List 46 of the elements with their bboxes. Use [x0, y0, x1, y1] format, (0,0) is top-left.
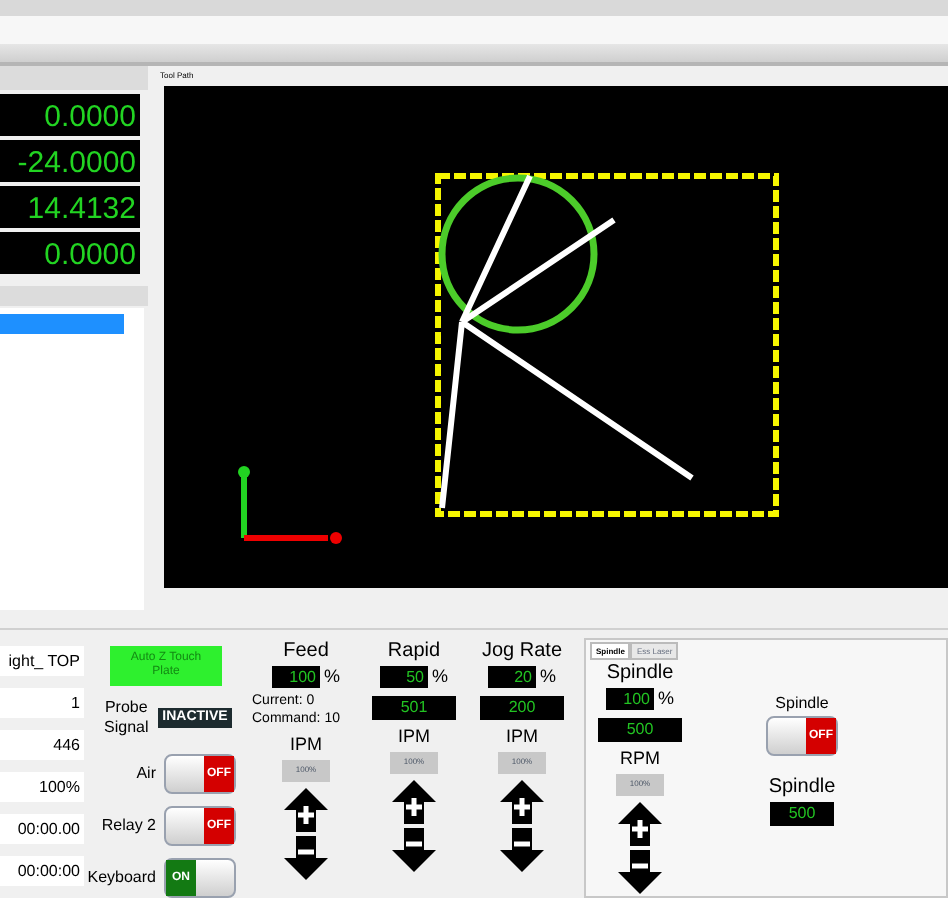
rate-field[interactable]: 200: [480, 695, 564, 719]
arrow-down-minus-icon[interactable]: [500, 827, 544, 871]
rate-field[interactable]: 501: [372, 695, 456, 719]
arrow-down-minus-icon[interactable]: [392, 827, 436, 871]
status-field: 100%: [0, 772, 84, 802]
percent-unit: %: [657, 686, 674, 712]
percent-unit: %: [539, 664, 556, 690]
rate-unit: IPM: [397, 725, 430, 747]
arrow-up-plus-icon[interactable]: [500, 779, 544, 823]
arrow-up-plus-icon[interactable]: [392, 779, 436, 823]
arrow-down-minus-icon[interactable]: [284, 835, 328, 879]
arrow-down-minus-icon[interactable]: [618, 849, 662, 893]
toggle-label: Air: [136, 762, 156, 786]
arrow-up-plus-icon[interactable]: [618, 801, 662, 845]
spindle-speed-field[interactable]: 500: [770, 802, 834, 826]
file-list[interactable]: [0, 308, 144, 610]
status-field: ight_ TOP: [0, 646, 84, 676]
percent-field[interactable]: 50: [379, 666, 428, 689]
status-field: 1: [0, 688, 84, 718]
toggle-label: Relay 2: [101, 814, 156, 838]
percent-field[interactable]: 100: [605, 688, 654, 711]
toggle-label: Keyboard: [87, 866, 156, 890]
override-title: Rapid: [387, 638, 441, 664]
rate-field[interactable]: 500: [598, 717, 682, 741]
spindle-toggle-label: Spindle: [775, 692, 829, 716]
percent-unit: %: [323, 664, 340, 690]
override-title: Spindle: [606, 660, 674, 686]
position-readout: 0.0000: [0, 232, 140, 274]
position-readout: -24.0000: [0, 140, 140, 182]
axis-gizmo-icon: [238, 466, 342, 544]
rate-unit: IPM: [505, 725, 538, 747]
spindle-speed-label: Spindle: [768, 774, 836, 802]
probe-label: Probe Signal: [102, 698, 151, 738]
status-field: 00:00:00: [0, 856, 84, 886]
arrow-up-plus-icon[interactable]: [284, 787, 328, 831]
status-field: 446: [0, 730, 84, 760]
override-title: Jog Rate: [481, 638, 563, 664]
override-title: Feed: [283, 638, 329, 664]
status-field: 00:00.00: [0, 814, 84, 844]
position-readout: 0.0000: [0, 94, 140, 136]
percent-field[interactable]: 100: [271, 666, 320, 689]
percent-unit: %: [431, 664, 448, 690]
position-readout: 14.4132: [0, 186, 140, 228]
percent-field[interactable]: 20: [487, 666, 536, 689]
rate-unit: IPM: [289, 733, 322, 755]
rate-unit: RPM: [620, 747, 660, 769]
